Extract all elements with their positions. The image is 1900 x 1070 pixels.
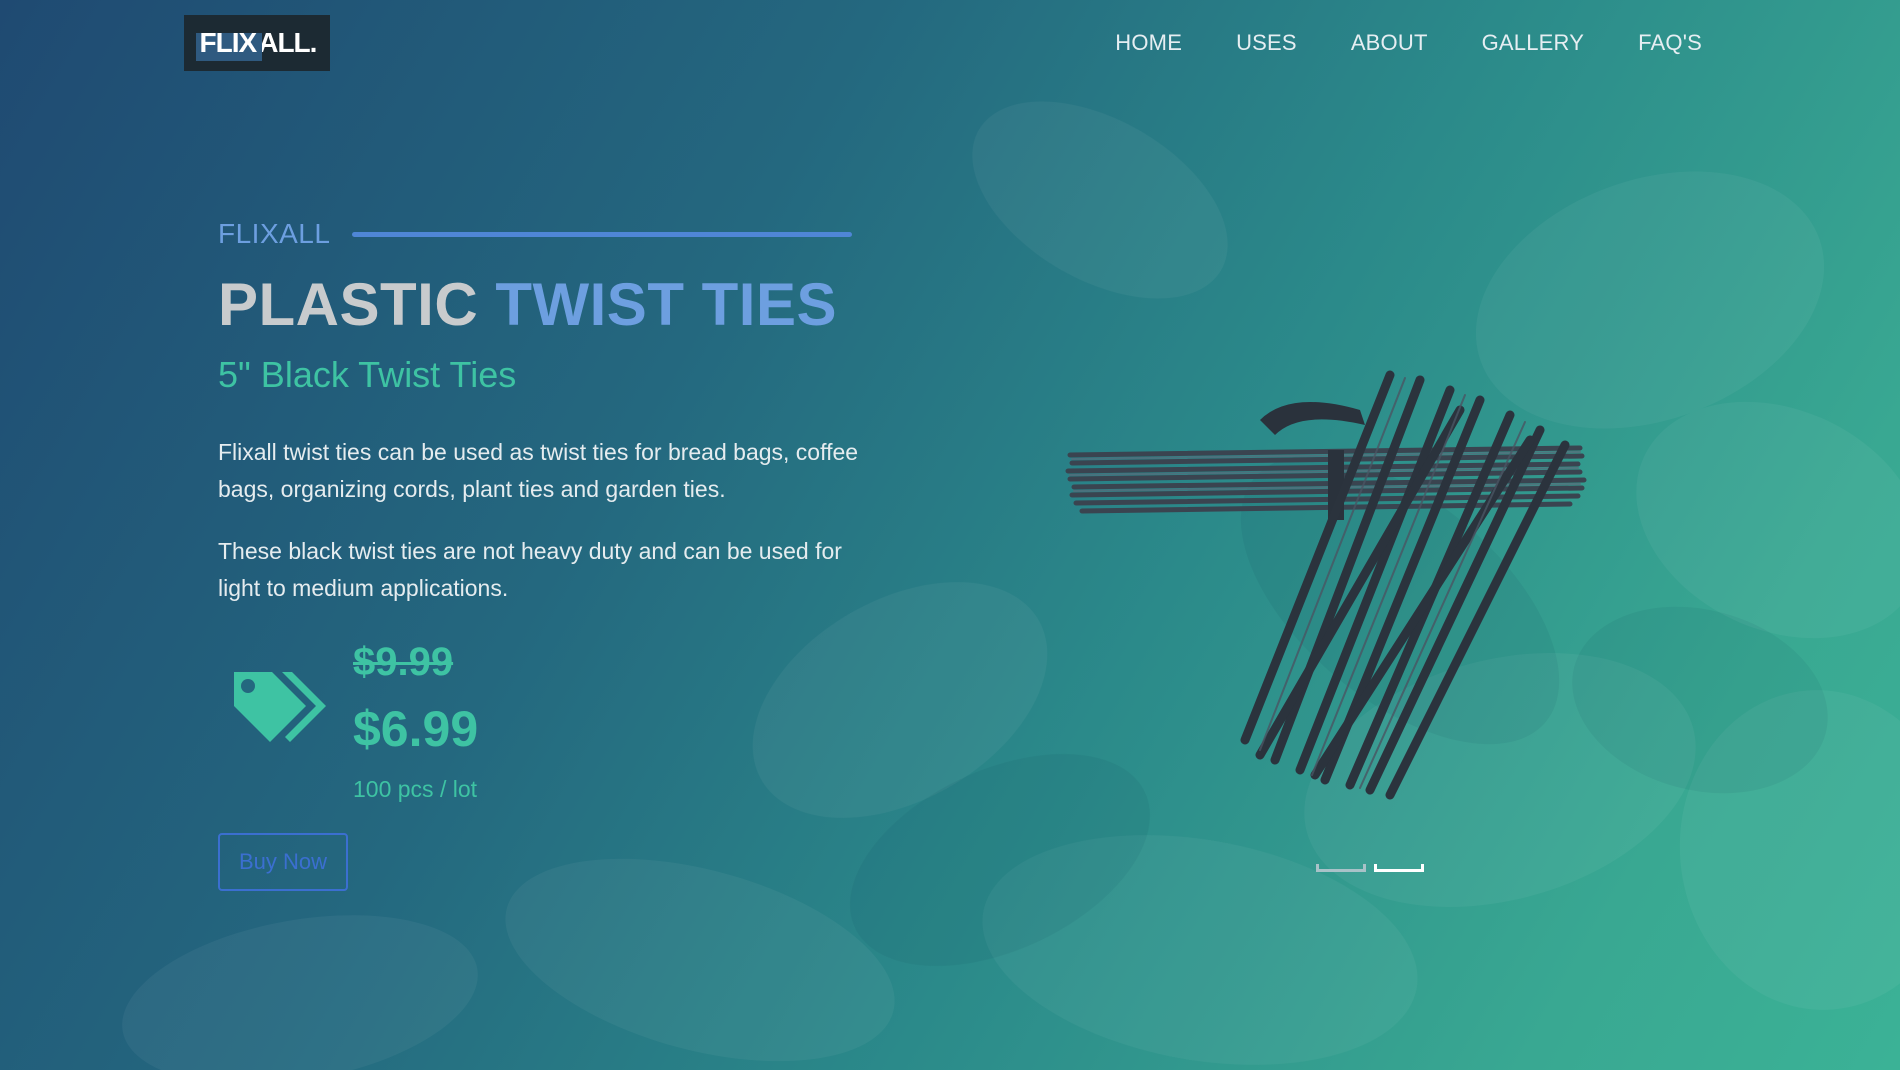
hero-kicker: FLIXALL <box>218 218 853 250</box>
product-title: PLASTIC TWIST TIES <box>218 270 837 339</box>
title-part-twist-ties: TWIST TIES <box>495 271 837 338</box>
carousel-indicators <box>1316 864 1424 876</box>
sale-price: $6.99 <box>353 701 479 757</box>
main-nav: HOME USES ABOUT GALLERY FAQ'S <box>1115 30 1702 56</box>
product-description-1: Flixall twist ties can be used as twist … <box>218 439 859 502</box>
price-block: $9.99 $6.99 100 pcs / lot <box>218 640 718 820</box>
nav-uses[interactable]: USES <box>1236 30 1297 56</box>
site-header: FLIX ALL. HOME USES ABOUT GALLERY FAQ'S <box>0 0 1900 90</box>
kicker-text: FLIXALL <box>218 218 331 249</box>
logo-text-flix: FLIX <box>199 27 258 58</box>
flixall-logo[interactable]: FLIX ALL. <box>184 15 330 71</box>
nav-about[interactable]: ABOUT <box>1351 30 1428 56</box>
kicker-divider <box>352 231 853 237</box>
nav-faqs[interactable]: FAQ'S <box>1638 30 1702 56</box>
product-image-twist-ties <box>1065 370 1587 800</box>
original-price: $9.99 <box>353 640 454 684</box>
product-subtitle: 5" Black Twist Ties <box>218 354 517 395</box>
nav-home[interactable]: HOME <box>1115 30 1182 56</box>
buy-now-button[interactable]: Buy Now <box>218 833 348 891</box>
carousel-indicator-1[interactable] <box>1316 864 1366 876</box>
logo-text-all: ALL. <box>258 27 317 58</box>
price-tag-icon <box>234 672 326 742</box>
nav-gallery[interactable]: GALLERY <box>1482 30 1585 56</box>
carousel-indicator-2[interactable] <box>1374 864 1424 876</box>
page: FLIX ALL. HOME USES ABOUT GALLERY FAQ'S F… <box>0 0 1900 1070</box>
product-description-2: These black twist ties are not heavy dut… <box>218 538 842 601</box>
quantity-label: 100 pcs / lot <box>353 776 478 802</box>
title-part-plastic: PLASTIC <box>218 271 496 338</box>
